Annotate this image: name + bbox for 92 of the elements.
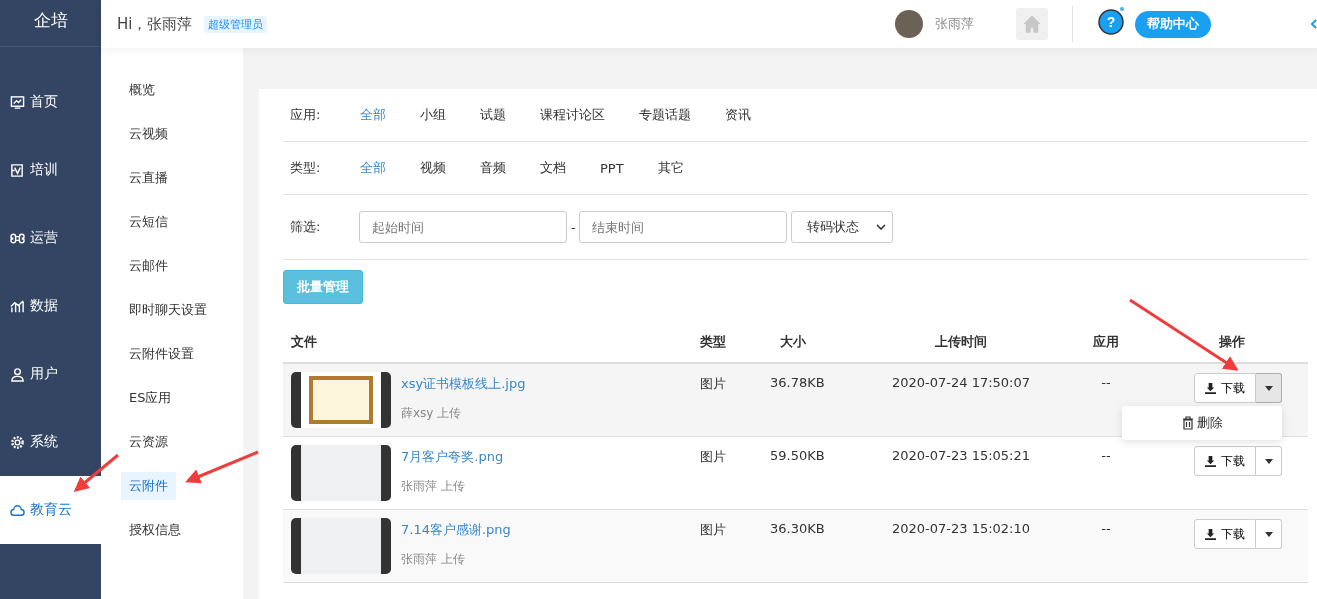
filter-option[interactable]: 资讯 <box>725 106 751 124</box>
chevron-down-icon <box>875 224 886 230</box>
sidebar-item[interactable]: 培训 <box>0 136 101 204</box>
column-header: 类型 <box>700 333 727 351</box>
download-button[interactable]: 下载 <box>1194 373 1256 403</box>
table-cell-text: -- <box>1100 374 1112 390</box>
thumbnail-image[interactable] <box>291 372 391 428</box>
trash-icon <box>1181 416 1194 430</box>
file-link[interactable]: 7月客户夸奖.png <box>401 448 504 466</box>
column-header: 大小 <box>779 333 807 351</box>
dropdown-toggle[interactable] <box>1256 446 1282 476</box>
table-cell-text: 图片 <box>700 375 727 393</box>
table-cell-text: -- <box>1100 520 1112 536</box>
sidebar-item[interactable]: 运营 <box>0 204 101 272</box>
download-icon <box>1205 528 1216 540</box>
column-header: 上传时间 <box>934 333 988 351</box>
submenu-item[interactable]: 云邮件 <box>121 252 176 280</box>
filter-label: 应用: <box>290 106 322 124</box>
filter-option[interactable]: 其它 <box>657 159 684 177</box>
filter-option[interactable]: 专题话题 <box>639 106 691 124</box>
uploader-text: 张雨萍 上传 <box>401 551 466 568</box>
table-cell-text: -- <box>1100 447 1112 463</box>
status-select[interactable]: 转码状态 <box>790 211 893 243</box>
filter-label: 筛选: <box>290 218 322 236</box>
caret-icon <box>1264 458 1273 464</box>
end-time-field[interactable]: 结束时间 <box>578 211 787 243</box>
settings-icon <box>10 434 25 450</box>
submenu-item[interactable]: 云资源 <box>121 428 176 456</box>
start-time-field[interactable]: 起始时间 <box>359 211 567 243</box>
thumbnail-image[interactable] <box>291 518 391 574</box>
filter-option[interactable]: 文档 <box>540 159 566 177</box>
filter-option[interactable]: PPT <box>600 160 624 176</box>
book-icon <box>10 162 25 178</box>
sidebar-item[interactable]: 系统 <box>0 408 101 476</box>
home-icon <box>1022 14 1042 34</box>
chart-icon <box>10 94 25 110</box>
table-cell-text: 2020-07-23 15:02:10 <box>890 520 1032 536</box>
greeting-text: Hi，张雨萍 <box>117 14 193 34</box>
role-badge: 超级管理员 <box>204 15 268 33</box>
annotation-arrow <box>73 453 119 492</box>
table-cell-text: 36.30KB <box>770 520 826 536</box>
caret-icon <box>1264 531 1273 537</box>
submenu-item[interactable]: 云直播 <box>121 164 176 192</box>
submenu-item[interactable]: 云视频 <box>121 120 176 148</box>
delete-menu-item[interactable]: 删除 <box>1122 406 1282 440</box>
user-icon <box>10 366 25 382</box>
table-cell-text: 2020-07-24 17:50:07 <box>890 374 1032 390</box>
table-cell-text: 图片 <box>700 448 727 466</box>
dropdown-toggle[interactable] <box>1256 373 1282 403</box>
submenu-item[interactable]: 即时聊天设置 <box>121 296 215 324</box>
sidebar-item[interactable]: 数据 <box>0 272 101 340</box>
submenu-item[interactable]: 云短信 <box>121 208 176 236</box>
filter-option[interactable]: 音频 <box>480 159 506 177</box>
column-header: 操作 <box>1218 333 1246 351</box>
download-icon <box>1205 455 1216 467</box>
filter-option[interactable]: 小组 <box>420 106 446 124</box>
filter-option[interactable]: 全部 <box>360 159 386 177</box>
submenu-item[interactable]: 云附件 <box>121 472 176 500</box>
separator-text: - <box>571 219 576 235</box>
submenu-item[interactable]: 概览 <box>121 76 163 104</box>
filter-option[interactable]: 试题 <box>480 106 506 124</box>
file-link[interactable]: xsy证书模板线上.jpg <box>401 375 526 393</box>
bar-chart-icon <box>10 298 25 314</box>
dropdown-toggle[interactable] <box>1256 519 1282 549</box>
filter-option[interactable]: 视频 <box>420 159 446 177</box>
user-name[interactable]: 张雨萍 <box>935 15 974 33</box>
sidebar-item[interactable]: 首页 <box>0 68 101 136</box>
table-cell-text: 59.50KB <box>770 447 826 463</box>
sidebar-item[interactable]: 用户 <box>0 340 101 408</box>
chevron-left-icon[interactable] <box>1311 19 1317 29</box>
cloud-icon <box>10 502 25 518</box>
column-header: 文件 <box>290 333 318 351</box>
table-cell-text: 图片 <box>700 521 727 539</box>
uploader-text: 张雨萍 上传 <box>401 478 466 495</box>
download-button[interactable]: 下载 <box>1194 519 1256 549</box>
thumbnail-image[interactable] <box>291 445 391 501</box>
filter-option[interactable]: 全部 <box>360 106 386 124</box>
caret-icon <box>1264 385 1273 391</box>
submenu-item[interactable]: 授权信息 <box>121 516 189 544</box>
table-cell-text: 36.78KB <box>770 374 826 390</box>
filter-option[interactable]: 课程讨论区 <box>540 106 605 124</box>
filter-label: 类型: <box>290 159 322 177</box>
avatar-circle[interactable] <box>895 10 923 38</box>
submenu-item[interactable]: ES应用 <box>121 384 180 412</box>
table-cell-text: 2020-07-23 15:05:21 <box>890 447 1032 463</box>
download-icon <box>1205 382 1216 394</box>
sidebar-item[interactable]: 教育云 <box>0 476 101 544</box>
download-button[interactable]: 下载 <box>1194 446 1256 476</box>
column-header: 应用 <box>1092 333 1120 351</box>
submenu-item[interactable]: 云附件设置 <box>121 340 202 368</box>
file-link[interactable]: 7.14客户感谢.png <box>401 521 511 539</box>
uploader-text: 薛xsy 上传 <box>401 405 463 422</box>
